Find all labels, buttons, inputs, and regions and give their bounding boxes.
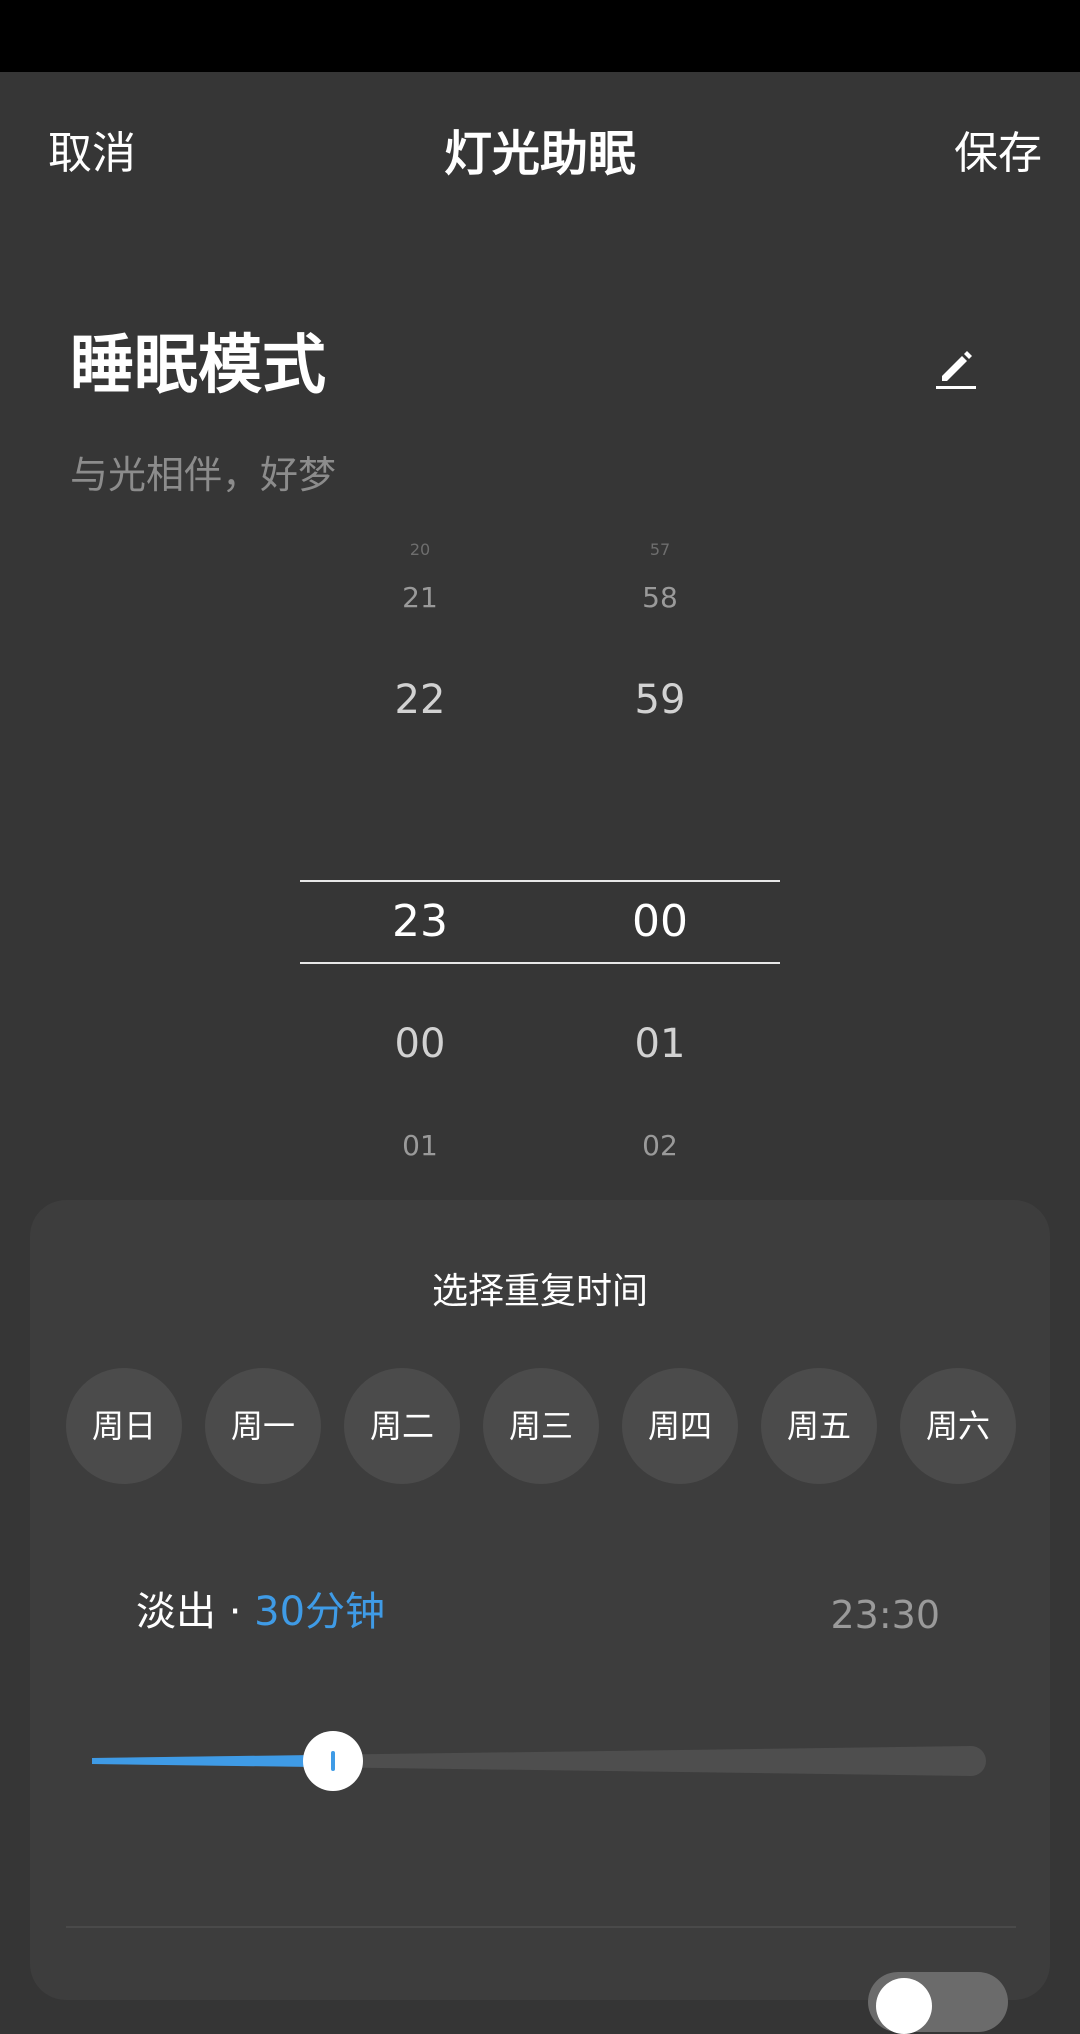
hour-wheel[interactable]: 20 21 22 23 00 01 02: [320, 542, 520, 1222]
slider-grip-icon: [331, 1751, 336, 1771]
hour-option[interactable]: 00: [320, 1024, 520, 1064]
status-bar: [0, 0, 1080, 72]
minute-option[interactable]: 58: [560, 584, 760, 612]
time-picker[interactable]: 20 21 22 23 00 01 02 57 58 59 00 01 02 0…: [300, 542, 780, 1222]
slider-thumb[interactable]: [303, 1731, 364, 1791]
mode-subtitle: 与光相伴，好梦: [70, 453, 337, 497]
hour-option[interactable]: 20: [320, 542, 520, 558]
day-button-thu[interactable]: 周四: [622, 1368, 738, 1484]
day-button-fri[interactable]: 周五: [761, 1368, 877, 1484]
mode-title: 睡眠模式: [70, 329, 326, 403]
day-button-wed[interactable]: 周三: [483, 1368, 599, 1484]
selected-minute[interactable]: 00: [560, 900, 760, 944]
minute-option[interactable]: 59: [560, 680, 760, 720]
minute-wheel[interactable]: 57 58 59 00 01 02 03: [560, 542, 760, 1222]
fade-duration: 30分钟: [254, 1589, 386, 1635]
toggle-switch[interactable]: [868, 1972, 1008, 2034]
fade-separator: ·: [216, 1589, 255, 1635]
hour-option[interactable]: 01: [320, 1132, 520, 1160]
day-button-sun[interactable]: 周日: [66, 1368, 182, 1484]
day-button-tue[interactable]: 周二: [344, 1368, 460, 1484]
hour-option[interactable]: 21: [320, 584, 520, 612]
day-button-mon[interactable]: 周一: [205, 1368, 321, 1484]
slider-track-graphic: [92, 1746, 986, 1776]
fade-duration-slider[interactable]: [92, 1731, 986, 1791]
selected-hour[interactable]: 23: [320, 900, 520, 944]
day-button-sat[interactable]: 周六: [900, 1368, 1016, 1484]
hour-option[interactable]: 22: [320, 680, 520, 720]
fade-label: 淡出 · 30分钟: [136, 1592, 385, 1632]
minute-option[interactable]: 02: [560, 1132, 760, 1160]
fade-label-text: 淡出: [136, 1589, 216, 1635]
minute-option[interactable]: 57: [560, 542, 760, 558]
pencil-icon-glyph: [936, 351, 976, 389]
divider: [66, 1926, 1016, 1928]
repeat-title: 选择重复时间: [431, 1271, 648, 1312]
fade-end-time: 23:30: [830, 1593, 940, 1637]
pencil-icon[interactable]: [932, 344, 980, 392]
settings-card: 选择重复时间 周日 周一 周二 周三 周四 周五 周六 淡出 · 30分钟 23…: [30, 1200, 1050, 2034]
sleep-light-screen: 取消 灯光助眠 保存 睡眠模式 与光相伴，好梦 20 21 22 23 00 0…: [0, 72, 1080, 2034]
slider-track-filled: [92, 1754, 334, 1768]
minute-option[interactable]: 01: [560, 1024, 760, 1064]
save-button[interactable]: 保存: [954, 132, 1042, 176]
page-title: 灯光助眠: [443, 126, 636, 182]
toggle-knob: [876, 1978, 932, 2034]
